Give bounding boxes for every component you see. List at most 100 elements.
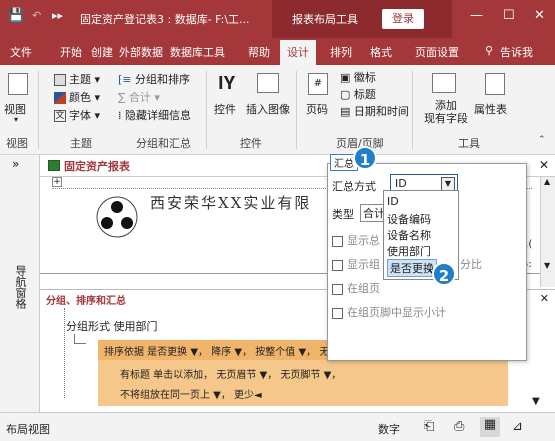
tab-home[interactable]: 开始 [60, 44, 82, 60]
chevron-down-icon[interactable]: ▾ [14, 115, 18, 124]
group-on-row[interactable]: 分组形式 使用部门 [66, 318, 158, 334]
design-view-icon[interactable]: ⊿ [512, 419, 523, 434]
dropdown-option[interactable]: 设备编码 [387, 211, 431, 227]
collapse-ribbon-icon[interactable]: ⌃ [538, 135, 546, 145]
theme-icon [54, 74, 66, 86]
insert-image-button[interactable]: 插入图像 [246, 101, 290, 117]
status-numlock: 数字 [378, 423, 400, 436]
layout-view-icon[interactable]: ▦ [480, 417, 500, 437]
colors-icon [54, 92, 66, 104]
close-doc-icon[interactable]: ✕ [539, 158, 549, 172]
checkbox[interactable] [332, 259, 343, 271]
page-number-icon: # [308, 73, 328, 95]
scroll-down-icon[interactable]: ▼ [532, 396, 540, 407]
options-row-2[interactable]: 不将组放在同一页上 ▼， 更少◄ [120, 386, 262, 401]
tab-database-tools[interactable]: 数据库工具 [170, 44, 225, 60]
close-icon[interactable]: ✕ [534, 8, 545, 23]
tab-arrange[interactable]: 排列 [330, 44, 352, 60]
redo-icon[interactable]: ▸▸ [52, 9, 63, 22]
dropdown-option[interactable]: 设备名称 [387, 227, 431, 243]
image-icon [257, 73, 279, 93]
method-label: 汇总方式 [332, 180, 376, 193]
close-pane-icon[interactable]: ✕ [540, 292, 549, 305]
ribbon-tabs: 文件 开始 创建 外部数据 数据库工具 帮助 设计 排列 格式 页面设置 ⚲ 告… [0, 38, 555, 65]
dropdown-option[interactable]: ID [387, 195, 399, 208]
checkbox[interactable] [332, 283, 343, 295]
search-icon[interactable]: ⚲ [485, 44, 493, 57]
report-icon [48, 160, 60, 171]
login-button[interactable]: 登录 [382, 9, 424, 29]
group-label-tools: 工具 [458, 137, 480, 150]
tab-help[interactable]: 帮助 [248, 44, 270, 60]
add-fields-button[interactable]: 添加 现有字段 [424, 99, 468, 125]
tab-external-data[interactable]: 外部数据 [119, 44, 163, 60]
page-number-button[interactable]: 页码 [306, 101, 328, 117]
property-sheet-icon [485, 73, 505, 95]
date-time-button[interactable]: ▤ 日期和时间 [340, 103, 409, 119]
scroll-up-icon[interactable]: ▲ [544, 177, 550, 186]
check-row-1[interactable]: 显示总 [332, 232, 380, 248]
group-label-controls: 控件 [240, 137, 262, 150]
totals-popup: 汇总 汇总方式 ID ▼ 类型 合计 显示总 显示组 分比 在组页 在组页脚中显… [327, 154, 527, 361]
expand-nav-icon[interactable]: » [12, 157, 19, 171]
scroll-down-icon[interactable]: ▼ [544, 261, 550, 270]
totals-button[interactable]: ∑ 合计 ▾ [118, 89, 160, 105]
move-handle-icon[interactable]: + [52, 177, 62, 187]
options-row-1[interactable]: 有标题 单击以添加， 无页眉节 ▼， 无页脚节 ▼， [120, 366, 341, 381]
check-row-2-suffix: 分比 [460, 258, 482, 271]
fonts-button[interactable]: 文字体 ▾ [54, 107, 100, 123]
logo-button[interactable]: ▣ 徽标 [340, 69, 376, 85]
navigation-pane: » 导航窗格 [0, 155, 40, 412]
tree-branch [74, 334, 86, 344]
tree-line [64, 308, 65, 398]
tab-create[interactable]: 创建 [91, 44, 113, 60]
check-row-4[interactable]: 在组页脚中显示小计 [332, 304, 446, 320]
chevron-down-icon[interactable]: ▼ [441, 177, 455, 191]
report-view-icon[interactable]: ⎗ [424, 419, 434, 434]
status-bar: 布局视图 数字 ⎗ ⎙ ▦ ⊿ [0, 412, 555, 441]
title-button[interactable]: ▢ 标题 [340, 86, 376, 102]
hide-details-button[interactable]: ⁞ 隐藏详细信息 [118, 107, 191, 123]
check-row-3[interactable]: 在组页 [332, 280, 380, 296]
checkbox[interactable] [332, 307, 343, 319]
colors-button[interactable]: 颜色 ▾ [54, 89, 100, 105]
property-sheet-button[interactable]: 属性表 [474, 101, 507, 117]
view-icon[interactable] [8, 73, 28, 95]
dropdown-option[interactable]: 使用部门 [387, 243, 431, 259]
controls-button[interactable]: 控件 [214, 101, 236, 117]
tab-report[interactable]: 固定资产报表 [64, 158, 130, 174]
controls-icon: 𝐈𝐘 [218, 73, 236, 94]
type-label: 类型 [332, 208, 354, 221]
calendar-icon: ▤ [340, 105, 351, 118]
status-view-mode: 布局视图 [6, 423, 50, 436]
window-title: 固定资产登记表3 : 数据库- F:\工... [80, 13, 250, 26]
save-icon[interactable]: 💾 [8, 8, 24, 23]
company-logo [96, 196, 138, 238]
tab-page-setup[interactable]: 页面设置 [415, 44, 459, 60]
checkbox[interactable] [332, 235, 343, 247]
tab-file[interactable]: 文件 [10, 44, 32, 60]
print-preview-icon[interactable]: ⎙ [454, 419, 464, 434]
tab-format[interactable]: 格式 [370, 44, 392, 60]
vertical-scrollbar[interactable]: ▲ ▼ [540, 177, 555, 287]
title-bar: 💾 ↶ ▸▸ 固定资产登记表3 : 数据库- F:\工... 报表布局工具 登录… [0, 0, 555, 38]
fonts-icon: 文 [54, 110, 66, 122]
company-title[interactable]: 西安荣华XX实业有限 [150, 192, 311, 213]
group-sort-icon: ⁅≡ [118, 73, 132, 86]
tab-design[interactable]: 设计 [280, 40, 316, 65]
maximize-icon[interactable]: ☐ [503, 8, 515, 23]
title-icon: ▢ [340, 88, 351, 101]
minimize-icon[interactable]: — [470, 8, 483, 23]
check-row-2[interactable]: 显示组 [332, 256, 380, 272]
undo-icon[interactable]: ↶ [32, 9, 41, 22]
nav-pane-label[interactable]: 导航窗格 [12, 265, 28, 309]
group-label-grouping: 分组和汇总 [136, 137, 191, 150]
group-label-views: 视图 [6, 137, 28, 150]
tell-me[interactable]: 告诉我 [500, 44, 533, 60]
sigma-icon: ∑ [118, 91, 126, 104]
themes-button[interactable]: 主题 ▾ [54, 71, 100, 87]
step-badge-1: 1 [353, 146, 377, 170]
group-sort-button[interactable]: ⁅≡ 分组和排序 [118, 71, 190, 87]
context-tab-group: 报表布局工具 [272, 0, 452, 38]
hide-details-icon: ⁞ [118, 109, 122, 122]
